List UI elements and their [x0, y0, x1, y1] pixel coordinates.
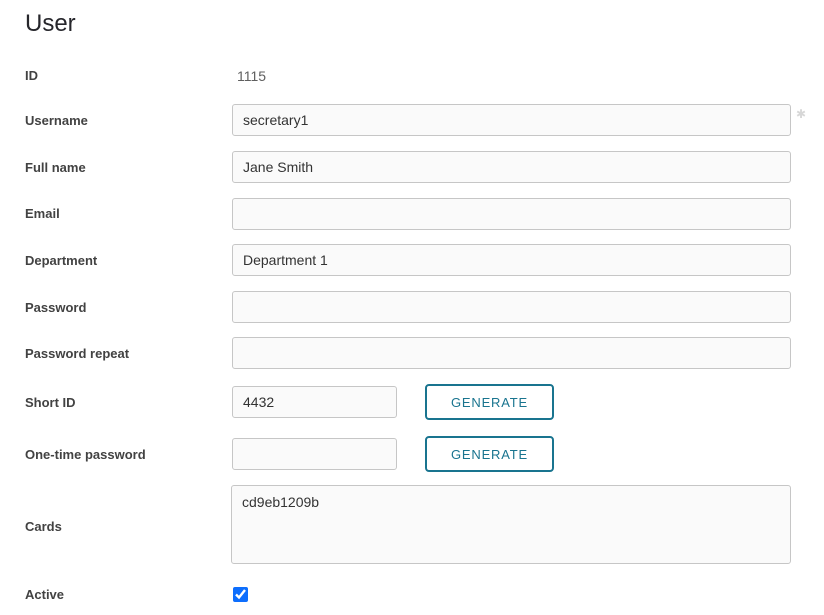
username-input[interactable]	[232, 104, 791, 136]
password-label: Password	[25, 300, 86, 315]
email-label: Email	[25, 206, 60, 221]
short-id-input[interactable]	[232, 386, 397, 418]
id-value: 1115	[237, 68, 266, 84]
cards-label: Cards	[25, 519, 62, 534]
password-repeat-input[interactable]	[232, 337, 791, 369]
one-time-password-input[interactable]	[232, 438, 397, 470]
cards-textarea[interactable]: cd9eb1209b	[231, 485, 791, 564]
password-repeat-label: Password repeat	[25, 346, 129, 361]
active-checkbox[interactable]	[233, 587, 248, 602]
department-input[interactable]	[232, 244, 791, 276]
email-input[interactable]	[232, 198, 791, 230]
one-time-password-label: One-time password	[25, 447, 146, 462]
password-input[interactable]	[232, 291, 791, 323]
short-id-generate-button[interactable]: GENERATE	[425, 384, 554, 420]
department-label: Department	[25, 253, 97, 268]
user-form-page: User ID 1115 Username ✱ Full name Email …	[0, 0, 824, 615]
full-name-label: Full name	[25, 160, 86, 175]
id-label: ID	[25, 68, 38, 83]
full-name-input[interactable]	[232, 151, 791, 183]
active-label: Active	[25, 587, 64, 602]
required-icon: ✱	[796, 108, 806, 120]
one-time-password-generate-button[interactable]: GENERATE	[425, 436, 554, 472]
short-id-label: Short ID	[25, 395, 76, 410]
page-title: User	[25, 10, 76, 38]
username-label: Username	[25, 113, 88, 128]
